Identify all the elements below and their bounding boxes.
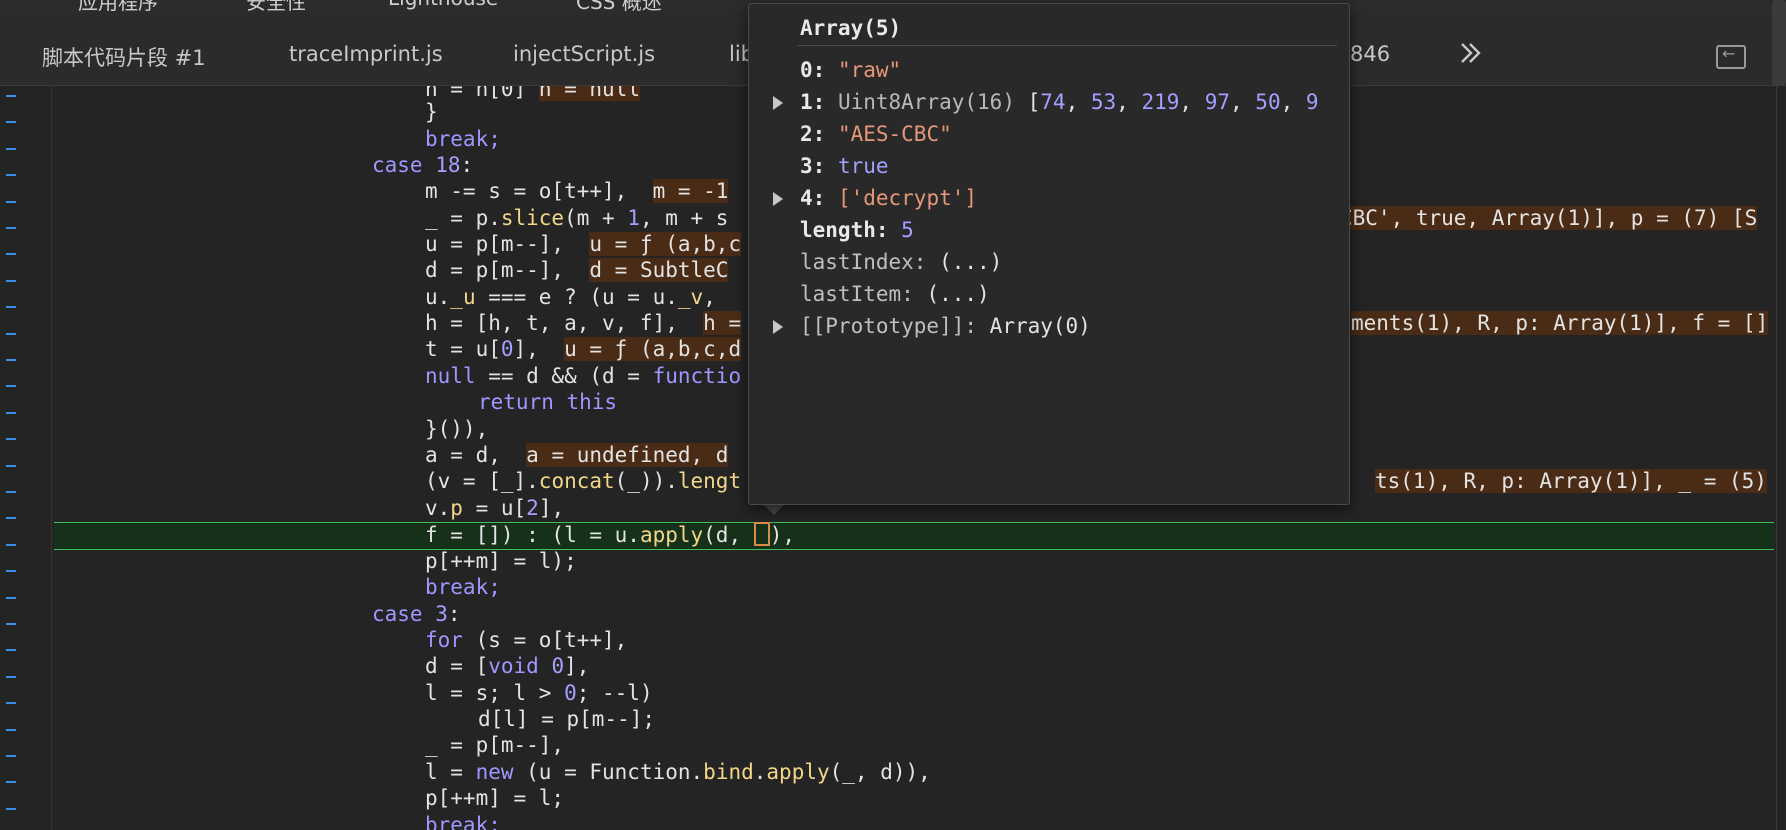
code-line-current: f = []) : (l = u.apply(d, ),: [425, 522, 796, 547]
code-line: _ = p[m--],: [425, 733, 565, 757]
gutter-line-marker[interactable]: [6, 95, 16, 97]
gutter-line-marker[interactable]: [6, 253, 16, 256]
menu-item-application[interactable]: 应用程序: [78, 0, 158, 12]
popover-row[interactable]: 1: Uint8Array(16) [74, 53, 219, 97, 50, …: [800, 89, 1330, 115]
code-line: d[l] = p[m--];: [478, 707, 656, 731]
gutter-line-marker[interactable]: [6, 121, 16, 124]
popover-row[interactable]: lastItem: (...): [800, 281, 1330, 307]
gutter-line-marker[interactable]: [6, 596, 16, 599]
menu-item-security[interactable]: 安全性: [246, 0, 306, 12]
scrollbar[interactable]: [1772, 0, 1786, 86]
popover-row[interactable]: length: 5: [800, 217, 1330, 243]
gutter-line-marker[interactable]: [6, 438, 16, 441]
gutter-line-marker[interactable]: [6, 675, 16, 678]
menu-item-css-overview[interactable]: CSS 概述: [576, 0, 662, 12]
code-line: break;: [425, 127, 501, 151]
popover-row[interactable]: 3: true: [800, 153, 1330, 179]
code-line: return this: [478, 390, 618, 414]
gutter-line-marker[interactable]: [6, 332, 16, 335]
gutter-line-marker[interactable]: [6, 543, 16, 546]
gutter-line-marker[interactable]: [6, 385, 16, 388]
expand-triangle-icon[interactable]: [773, 192, 783, 206]
gutter-line-marker[interactable]: [6, 147, 16, 150]
code-line: l = new (u = Function.bind.apply(_, d)),: [425, 760, 931, 784]
toggle-sidebar-icon[interactable]: [1716, 44, 1746, 69]
expand-triangle-icon[interactable]: [773, 320, 783, 334]
code-line: }: [425, 100, 438, 124]
gutter-line-marker[interactable]: [6, 755, 16, 757]
popover-row[interactable]: 4: ['decrypt']: [800, 185, 1330, 211]
tab-846[interactable]: 846: [1350, 42, 1390, 66]
code-line: v.p = u[2],: [425, 496, 565, 520]
popover-row[interactable]: lastIndex: (...): [800, 249, 1330, 275]
code-line: l = s; l > 0; --l): [425, 681, 653, 705]
gutter-line-marker[interactable]: [6, 728, 16, 731]
gutter-line-marker[interactable]: [6, 517, 16, 520]
gutter-line-marker[interactable]: [6, 359, 16, 361]
execution-line-highlight: [54, 522, 1774, 550]
gutter-line-marker[interactable]: [6, 649, 16, 652]
tab-traceimprint[interactable]: traceImprint.js: [289, 42, 443, 66]
popover-row[interactable]: [[Prototype]]: Array(0): [800, 313, 1330, 339]
popover-row[interactable]: 0: "raw": [800, 57, 1330, 83]
popover-title: Array(5): [800, 16, 902, 40]
code-line: break;: [425, 813, 501, 830]
code-line: break;: [425, 575, 501, 599]
more-tabs-chevron-icon[interactable]: [1456, 38, 1486, 68]
popover-row[interactable]: 2: "AES-CBC": [800, 121, 1330, 147]
value-popover[interactable]: Array(5) 0: "raw" 1: Uint8Array(16) [74,…: [748, 3, 1350, 505]
gutter-line-marker[interactable]: [6, 411, 16, 414]
gutter-line-marker[interactable]: [6, 781, 16, 784]
gutter-line-marker[interactable]: [6, 491, 16, 493]
gutter-line-marker[interactable]: [6, 227, 16, 229]
code-line: case 18:: [372, 153, 474, 177]
code-line: null == d && (d = functio: [425, 364, 742, 388]
code-line: p[++m] = l);: [425, 549, 577, 573]
editor-right-rule: [1776, 86, 1777, 830]
code-line: case 3:: [372, 602, 461, 626]
popover-divider: [797, 45, 1337, 46]
inline-value: CBC', true, Array(1)], p = (7) [S: [1340, 206, 1758, 230]
code-line: p[++m] = l;: [425, 786, 565, 810]
gutter-line-marker[interactable]: [6, 702, 16, 705]
tab-injectscript[interactable]: injectScript.js: [513, 42, 655, 66]
code-line: u = p[m--], u = ƒ (a,b,c: [425, 232, 742, 256]
inline-value: ts(1), R, p: Array(1)], _ = (5): [1375, 469, 1767, 493]
inline-value: ments(1), R, p: Array(1)], f = []: [1351, 311, 1769, 335]
code-line: t = u[0], u = ƒ (a,b,c,d: [425, 337, 742, 361]
expand-triangle-icon[interactable]: [773, 96, 783, 110]
gutter-line-marker[interactable]: [6, 279, 16, 282]
gutter-line-marker[interactable]: [6, 464, 16, 467]
tab-snippet-1[interactable]: 脚本代码片段 #1: [42, 42, 206, 72]
code-line: d = [void 0],: [425, 654, 590, 678]
code-line: _ = p.slice(m + 1, m + s: [425, 206, 729, 230]
gutter-line-marker[interactable]: [6, 306, 16, 309]
menu-item-lighthouse[interactable]: Lighthouse: [388, 0, 498, 10]
code-line: h = [h, t, a, v, f], h =: [425, 311, 742, 335]
cursor-marker: [753, 522, 770, 546]
code-line: d = p[m--], d = SubtleC: [425, 258, 729, 282]
code-line: a = d, a = undefined, d: [425, 443, 729, 467]
code-line: }()),: [425, 417, 489, 441]
line-gutter: [0, 86, 52, 830]
code-line: n = n[0] n = null: [425, 86, 640, 102]
gutter-line-marker[interactable]: [6, 174, 16, 177]
code-line: (v = [_].concat(_)).lengt: [425, 469, 742, 493]
gutter-line-marker[interactable]: [6, 623, 16, 625]
gutter-line-marker[interactable]: [6, 200, 16, 203]
gutter-line-marker[interactable]: [6, 570, 16, 573]
code-line: u._u === e ? (u = u._v,: [425, 285, 716, 309]
gutter-line-marker[interactable]: [6, 807, 16, 810]
code-line: for (s = o[t++],: [425, 628, 628, 652]
code-line: m -= s = o[t++], m = -1: [425, 179, 729, 203]
